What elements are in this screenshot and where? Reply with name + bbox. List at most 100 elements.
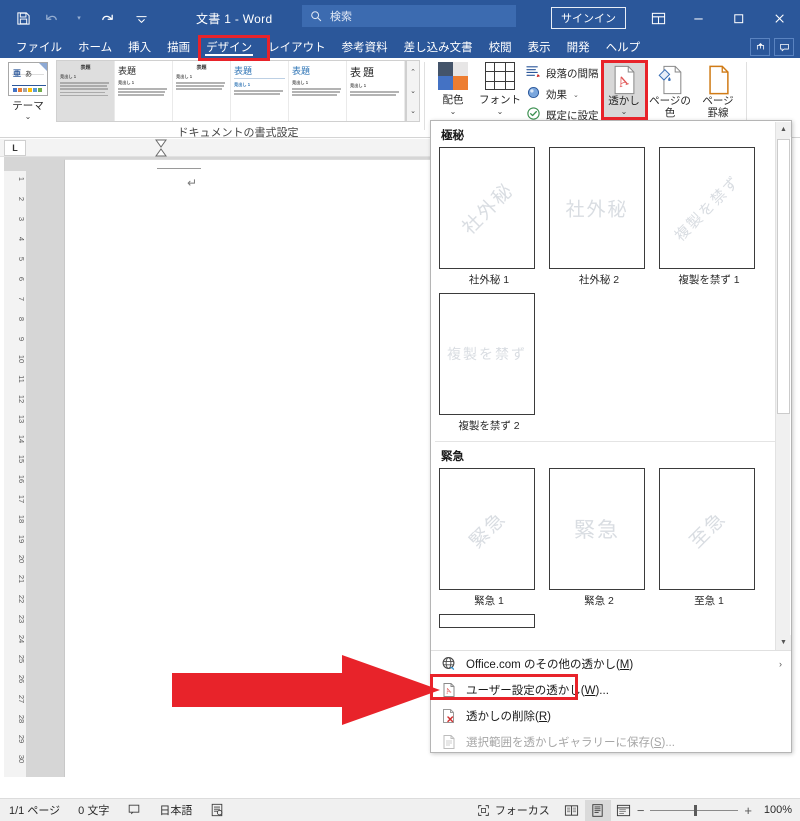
horizontal-ruler[interactable]: 8 6 4 2 2 4 6 8 10 12 14 16 18 20 22 [0,139,430,294]
search-box[interactable]: 検索 [302,5,516,27]
ruler-tick-label: 4 [17,236,26,242]
undo-dropdown-icon[interactable]: ▾ [66,5,92,31]
chevron-down-icon[interactable]: ⌄ [573,91,579,99]
style-set-item[interactable]: 表題 見出し 1 [115,61,173,121]
watermark-caption: 緊急 1 [474,595,504,607]
menu-item-remove-watermark[interactable]: 透かしの削除(R) [432,703,792,729]
undo-icon[interactable] [38,5,64,31]
tab-developer[interactable]: 開発 [559,36,598,58]
watermark-item-confidential-1[interactable]: 社外秘 社外秘 1 [439,147,539,287]
zoom-slider-knob[interactable] [694,804,698,816]
watermark-item-confidential-2[interactable]: 社外秘 社外秘 2 [549,147,649,287]
close-button[interactable] [758,0,800,36]
comments-icon[interactable] [774,38,794,56]
tab-view[interactable]: 表示 [520,36,559,58]
themes-button[interactable]: 亜 あ テーマ ⌄ [4,60,52,134]
tab-label: 描画 [167,42,191,54]
web-layout-view-button[interactable] [611,800,637,821]
zoom-slider[interactable] [650,804,739,816]
group-separator [424,62,425,130]
fonts-icon [485,62,515,90]
scrollbar-thumb[interactable] [777,139,790,414]
customize-qat-icon[interactable] [128,5,154,31]
theme-fonts-label: フォント [479,94,521,106]
tab-review[interactable]: 校閲 [481,36,520,58]
watermark-item-urgent-2[interactable]: 緊急 緊急 2 [549,468,649,608]
watermark-item-asap-1[interactable]: 至急 至急 1 [659,468,759,608]
style-preview-lines [292,88,343,96]
share-icon[interactable] [750,38,770,56]
gallery-scroll-up-icon[interactable]: ⌃ [407,62,419,81]
highlight-watermark-button [601,60,648,120]
gallery-scroll-down-icon[interactable]: ⌄ [407,82,419,101]
print-layout-icon [592,803,603,817]
style-set-item[interactable]: 表題 見出し 1 [173,61,231,121]
watermark-item-do-not-copy-1[interactable]: 複製を禁ず 複製を禁ず 1 [659,147,759,287]
zoom-level-label[interactable]: 100% [758,804,792,816]
watermark-item-urgent-1[interactable]: 緊急 緊急 1 [439,468,539,608]
chevron-down-icon[interactable]: ⌄ [497,107,504,116]
maximize-button[interactable] [718,0,758,36]
chevron-down-icon[interactable]: ⌄ [450,107,457,116]
tab-label: 参考資料 [341,42,388,54]
vertical-ruler[interactable]: 1 2 3 4 5 6 7 8 9 10 11 12 13 14 15 16 1… [4,157,26,777]
minimize-button[interactable] [678,0,718,36]
print-layout-view-button[interactable] [584,799,611,821]
watermark-gallery-scrollbar[interactable]: ▲ ▼ [775,122,791,650]
watermark-item-do-not-copy-2[interactable]: 複製を禁ず 複製を禁ず 2 [439,293,539,433]
zoom-in-button[interactable]: + [744,803,752,818]
style-subtitle: 見出し 1 [350,83,367,88]
highlight-design-tab [198,35,270,61]
status-word-count[interactable]: 0 文字 [69,799,118,821]
sign-in-button[interactable]: サインイン [551,7,626,29]
ruler-tick-label: 13 [17,414,26,424]
tab-file[interactable]: ファイル [8,36,70,58]
status-page-count[interactable]: 1/1 ページ [0,799,69,821]
menu-label-suffix: ) [629,659,634,671]
tab-draw[interactable]: 描画 [159,36,198,58]
redo-icon[interactable] [94,5,120,31]
watermark-gallery-scroll-area[interactable]: 極秘 社外秘 社外秘 1 社外秘 社外秘 2 複製を禁ず 複製を禁ず 1 複製を… [431,121,791,651]
ruler-tick-label: 26 [17,674,26,684]
status-language[interactable]: 日本語 [150,799,201,821]
gallery-more-icon[interactable]: ⌄ [407,101,419,120]
watermark-text: 緊急 [574,518,620,542]
chevron-right-icon: › [779,659,782,669]
style-set-item[interactable]: 表題 見出し 1 [231,61,289,121]
scroll-up-icon[interactable]: ▲ [776,122,791,137]
tab-references[interactable]: 参考資料 [334,36,396,58]
remove-watermark-icon [440,708,457,725]
scroll-down-icon[interactable]: ▼ [776,635,791,650]
watermark-gallery-dropdown[interactable]: 極秘 社外秘 社外秘 1 社外秘 社外秘 2 複製を禁ず 複製を禁ず 1 複製を… [430,120,792,753]
status-proofing[interactable] [118,799,150,821]
ruler-tick-label: 9 [17,336,26,342]
tab-mailings[interactable]: 差し込み文書 [396,36,481,58]
tab-home[interactable]: ホーム [70,36,120,58]
style-set-item[interactable]: 表題 見出し 1 [347,61,405,121]
tab-stop-selector[interactable]: L [4,140,26,156]
tab-help[interactable]: ヘルプ [598,36,649,58]
watermark-caption: 緊急 2 [584,595,614,607]
page-color-icon [658,65,681,95]
chevron-down-icon[interactable]: ⌄ [25,113,32,121]
watermark-item-partial[interactable] [439,614,539,628]
ruler-tick-label: 6 [17,276,26,282]
tab-layout[interactable]: レイアウト [260,36,334,58]
style-title: 表題 [196,65,207,71]
zoom-out-button[interactable]: − [637,803,645,818]
tab-insert[interactable]: 挿入 [120,36,159,58]
status-accessibility[interactable] [201,799,233,821]
theme-fonts-button[interactable]: フォント ⌄ [478,62,522,116]
style-set-item[interactable]: 表題 見出し 1 [57,61,115,121]
style-set-gallery[interactable]: 表題 見出し 1 表題 見出し 1 表題 見出し 1 表題 見出し 1 表題 見… [56,60,406,122]
style-gallery-scroll[interactable]: ⌃ ⌄ ⌄ [406,60,420,122]
web-layout-icon [617,804,631,816]
save-icon[interactable] [10,5,36,31]
watermark-preview: 緊急 [549,468,645,590]
status-focus-mode[interactable]: フォーカス [468,799,559,821]
theme-colors-button[interactable]: 配色 ⌄ [432,62,474,116]
ribbon-display-options-icon[interactable] [638,0,678,36]
read-mode-view-button[interactable] [559,800,585,821]
zoom-control[interactable]: − + 100% [637,803,800,818]
style-set-item[interactable]: 表題 見出し 1 [289,61,347,121]
